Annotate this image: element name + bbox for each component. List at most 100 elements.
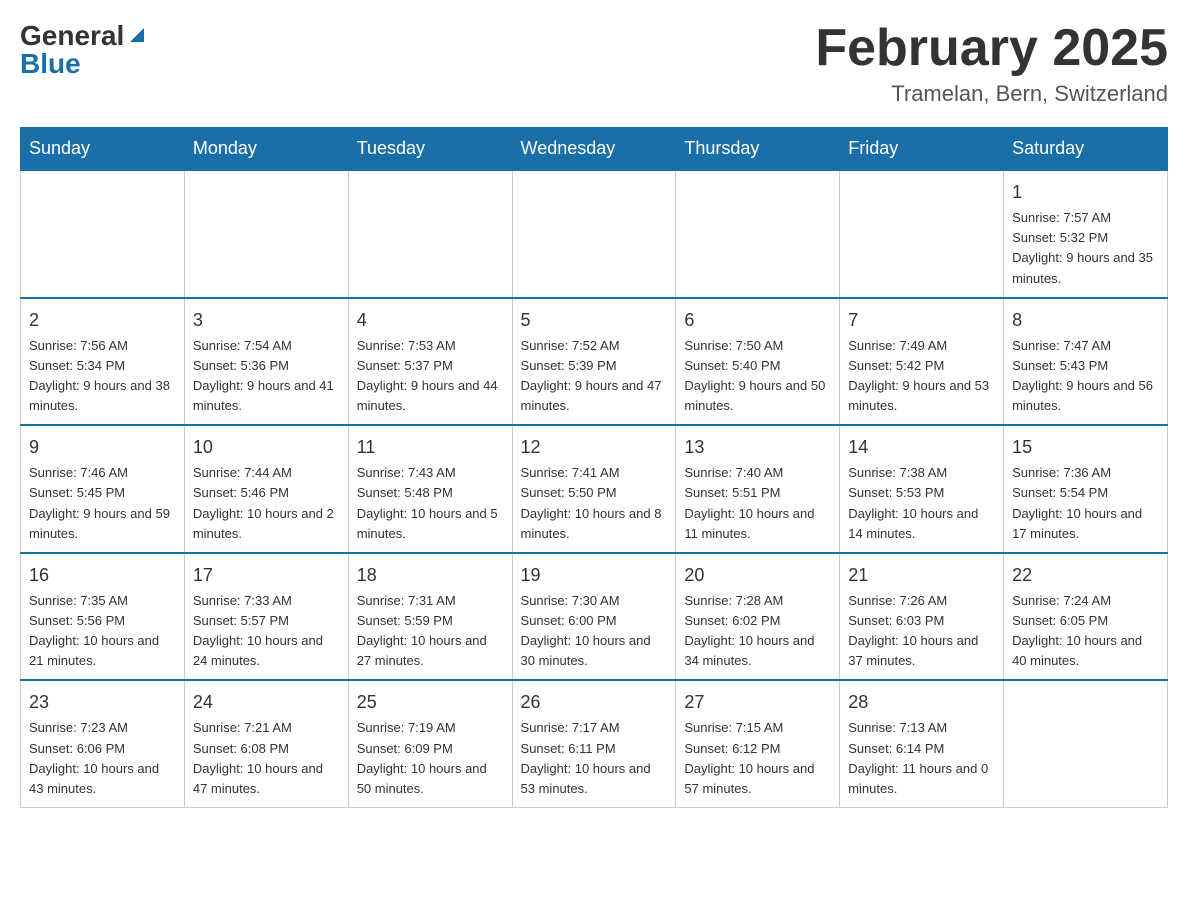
day-number: 11 bbox=[357, 434, 504, 461]
calendar-week-3: 9Sunrise: 7:46 AM Sunset: 5:45 PM Daylig… bbox=[21, 425, 1168, 553]
day-info: Sunrise: 7:21 AM Sunset: 6:08 PM Dayligh… bbox=[193, 718, 340, 799]
day-header-tuesday: Tuesday bbox=[348, 128, 512, 171]
day-number: 10 bbox=[193, 434, 340, 461]
day-info: Sunrise: 7:38 AM Sunset: 5:53 PM Dayligh… bbox=[848, 463, 995, 544]
day-number: 3 bbox=[193, 307, 340, 334]
calendar-day: 27Sunrise: 7:15 AM Sunset: 6:12 PM Dayli… bbox=[676, 680, 840, 807]
day-info: Sunrise: 7:13 AM Sunset: 6:14 PM Dayligh… bbox=[848, 718, 995, 799]
day-info: Sunrise: 7:17 AM Sunset: 6:11 PM Dayligh… bbox=[521, 718, 668, 799]
calendar-day: 24Sunrise: 7:21 AM Sunset: 6:08 PM Dayli… bbox=[184, 680, 348, 807]
calendar-day: 10Sunrise: 7:44 AM Sunset: 5:46 PM Dayli… bbox=[184, 425, 348, 553]
day-number: 27 bbox=[684, 689, 831, 716]
day-number: 25 bbox=[357, 689, 504, 716]
day-info: Sunrise: 7:28 AM Sunset: 6:02 PM Dayligh… bbox=[684, 591, 831, 672]
calendar-day: 17Sunrise: 7:33 AM Sunset: 5:57 PM Dayli… bbox=[184, 553, 348, 681]
day-info: Sunrise: 7:43 AM Sunset: 5:48 PM Dayligh… bbox=[357, 463, 504, 544]
day-info: Sunrise: 7:40 AM Sunset: 5:51 PM Dayligh… bbox=[684, 463, 831, 544]
day-info: Sunrise: 7:33 AM Sunset: 5:57 PM Dayligh… bbox=[193, 591, 340, 672]
calendar-day: 13Sunrise: 7:40 AM Sunset: 5:51 PM Dayli… bbox=[676, 425, 840, 553]
day-info: Sunrise: 7:47 AM Sunset: 5:43 PM Dayligh… bbox=[1012, 336, 1159, 417]
day-number: 23 bbox=[29, 689, 176, 716]
day-number: 1 bbox=[1012, 179, 1159, 206]
day-header-friday: Friday bbox=[840, 128, 1004, 171]
day-number: 9 bbox=[29, 434, 176, 461]
month-title: February 2025 bbox=[815, 20, 1168, 77]
calendar-day: 26Sunrise: 7:17 AM Sunset: 6:11 PM Dayli… bbox=[512, 680, 676, 807]
calendar-day: 6Sunrise: 7:50 AM Sunset: 5:40 PM Daylig… bbox=[676, 298, 840, 426]
day-number: 19 bbox=[521, 562, 668, 589]
calendar-day: 2Sunrise: 7:56 AM Sunset: 5:34 PM Daylig… bbox=[21, 298, 185, 426]
calendar-day: 14Sunrise: 7:38 AM Sunset: 5:53 PM Dayli… bbox=[840, 425, 1004, 553]
day-number: 21 bbox=[848, 562, 995, 589]
calendar-day: 28Sunrise: 7:13 AM Sunset: 6:14 PM Dayli… bbox=[840, 680, 1004, 807]
calendar-day: 16Sunrise: 7:35 AM Sunset: 5:56 PM Dayli… bbox=[21, 553, 185, 681]
day-info: Sunrise: 7:35 AM Sunset: 5:56 PM Dayligh… bbox=[29, 591, 176, 672]
day-info: Sunrise: 7:46 AM Sunset: 5:45 PM Dayligh… bbox=[29, 463, 176, 544]
day-info: Sunrise: 7:36 AM Sunset: 5:54 PM Dayligh… bbox=[1012, 463, 1159, 544]
calendar-day bbox=[512, 170, 676, 298]
day-info: Sunrise: 7:30 AM Sunset: 6:00 PM Dayligh… bbox=[521, 591, 668, 672]
calendar-day bbox=[1004, 680, 1168, 807]
day-number: 14 bbox=[848, 434, 995, 461]
calendar-day bbox=[184, 170, 348, 298]
calendar-day bbox=[676, 170, 840, 298]
day-info: Sunrise: 7:52 AM Sunset: 5:39 PM Dayligh… bbox=[521, 336, 668, 417]
day-header-sunday: Sunday bbox=[21, 128, 185, 171]
logo-triangle-icon bbox=[126, 24, 148, 46]
calendar-day: 21Sunrise: 7:26 AM Sunset: 6:03 PM Dayli… bbox=[840, 553, 1004, 681]
calendar-table: SundayMondayTuesdayWednesdayThursdayFrid… bbox=[20, 127, 1168, 808]
day-number: 17 bbox=[193, 562, 340, 589]
day-number: 26 bbox=[521, 689, 668, 716]
calendar-day: 11Sunrise: 7:43 AM Sunset: 5:48 PM Dayli… bbox=[348, 425, 512, 553]
calendar-day: 7Sunrise: 7:49 AM Sunset: 5:42 PM Daylig… bbox=[840, 298, 1004, 426]
calendar-day bbox=[21, 170, 185, 298]
day-number: 7 bbox=[848, 307, 995, 334]
day-number: 16 bbox=[29, 562, 176, 589]
calendar-header-row: SundayMondayTuesdayWednesdayThursdayFrid… bbox=[21, 128, 1168, 171]
day-header-saturday: Saturday bbox=[1004, 128, 1168, 171]
day-info: Sunrise: 7:54 AM Sunset: 5:36 PM Dayligh… bbox=[193, 336, 340, 417]
day-info: Sunrise: 7:49 AM Sunset: 5:42 PM Dayligh… bbox=[848, 336, 995, 417]
calendar-day: 9Sunrise: 7:46 AM Sunset: 5:45 PM Daylig… bbox=[21, 425, 185, 553]
day-number: 5 bbox=[521, 307, 668, 334]
day-info: Sunrise: 7:56 AM Sunset: 5:34 PM Dayligh… bbox=[29, 336, 176, 417]
day-number: 2 bbox=[29, 307, 176, 334]
page-header: General Blue February 2025 Tramelan, Ber… bbox=[20, 20, 1168, 107]
calendar-day: 25Sunrise: 7:19 AM Sunset: 6:09 PM Dayli… bbox=[348, 680, 512, 807]
location: Tramelan, Bern, Switzerland bbox=[815, 81, 1168, 107]
day-info: Sunrise: 7:26 AM Sunset: 6:03 PM Dayligh… bbox=[848, 591, 995, 672]
day-number: 28 bbox=[848, 689, 995, 716]
day-info: Sunrise: 7:41 AM Sunset: 5:50 PM Dayligh… bbox=[521, 463, 668, 544]
calendar-day: 15Sunrise: 7:36 AM Sunset: 5:54 PM Dayli… bbox=[1004, 425, 1168, 553]
day-info: Sunrise: 7:15 AM Sunset: 6:12 PM Dayligh… bbox=[684, 718, 831, 799]
day-header-monday: Monday bbox=[184, 128, 348, 171]
calendar-day: 20Sunrise: 7:28 AM Sunset: 6:02 PM Dayli… bbox=[676, 553, 840, 681]
day-header-wednesday: Wednesday bbox=[512, 128, 676, 171]
day-number: 8 bbox=[1012, 307, 1159, 334]
day-info: Sunrise: 7:50 AM Sunset: 5:40 PM Dayligh… bbox=[684, 336, 831, 417]
day-info: Sunrise: 7:44 AM Sunset: 5:46 PM Dayligh… bbox=[193, 463, 340, 544]
day-number: 6 bbox=[684, 307, 831, 334]
calendar-day: 18Sunrise: 7:31 AM Sunset: 5:59 PM Dayli… bbox=[348, 553, 512, 681]
calendar-day: 19Sunrise: 7:30 AM Sunset: 6:00 PM Dayli… bbox=[512, 553, 676, 681]
calendar-day: 5Sunrise: 7:52 AM Sunset: 5:39 PM Daylig… bbox=[512, 298, 676, 426]
day-info: Sunrise: 7:57 AM Sunset: 5:32 PM Dayligh… bbox=[1012, 208, 1159, 289]
day-info: Sunrise: 7:31 AM Sunset: 5:59 PM Dayligh… bbox=[357, 591, 504, 672]
day-info: Sunrise: 7:23 AM Sunset: 6:06 PM Dayligh… bbox=[29, 718, 176, 799]
calendar-day: 23Sunrise: 7:23 AM Sunset: 6:06 PM Dayli… bbox=[21, 680, 185, 807]
calendar-week-1: 1Sunrise: 7:57 AM Sunset: 5:32 PM Daylig… bbox=[21, 170, 1168, 298]
calendar-day: 12Sunrise: 7:41 AM Sunset: 5:50 PM Dayli… bbox=[512, 425, 676, 553]
day-info: Sunrise: 7:19 AM Sunset: 6:09 PM Dayligh… bbox=[357, 718, 504, 799]
calendar-day: 1Sunrise: 7:57 AM Sunset: 5:32 PM Daylig… bbox=[1004, 170, 1168, 298]
calendar-day: 22Sunrise: 7:24 AM Sunset: 6:05 PM Dayli… bbox=[1004, 553, 1168, 681]
title-area: February 2025 Tramelan, Bern, Switzerlan… bbox=[815, 20, 1168, 107]
day-number: 4 bbox=[357, 307, 504, 334]
day-number: 22 bbox=[1012, 562, 1159, 589]
day-number: 15 bbox=[1012, 434, 1159, 461]
calendar-week-4: 16Sunrise: 7:35 AM Sunset: 5:56 PM Dayli… bbox=[21, 553, 1168, 681]
day-number: 20 bbox=[684, 562, 831, 589]
day-number: 24 bbox=[193, 689, 340, 716]
day-number: 13 bbox=[684, 434, 831, 461]
logo: General Blue bbox=[20, 20, 148, 80]
calendar-day: 8Sunrise: 7:47 AM Sunset: 5:43 PM Daylig… bbox=[1004, 298, 1168, 426]
